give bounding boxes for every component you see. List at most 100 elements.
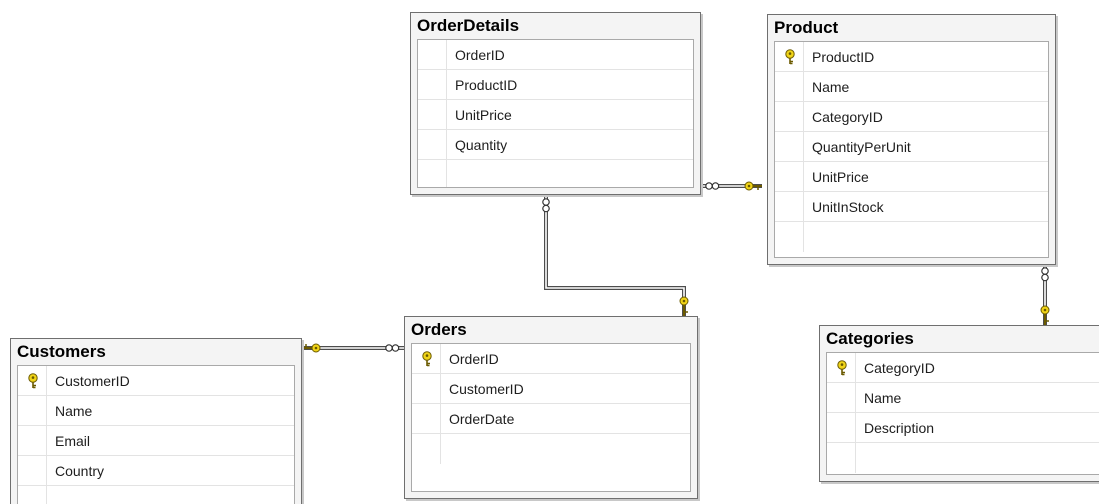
column-name: Name [864, 390, 902, 406]
row-selector[interactable] [18, 486, 47, 504]
column-name: CustomerID [449, 381, 524, 397]
column-row[interactable]: OrderID [412, 344, 690, 374]
row-selector[interactable] [18, 426, 47, 455]
row-selector[interactable] [827, 413, 856, 442]
row-selector[interactable] [827, 443, 856, 473]
diagram-canvas: OrderDetails OrderID ProductID UnitPrice Qu… [0, 0, 1099, 504]
row-selector[interactable] [775, 192, 804, 221]
row-selector[interactable] [775, 72, 804, 101]
column-row[interactable]: Country [18, 456, 294, 486]
column-name: OrderID [449, 351, 499, 367]
column-name: Name [55, 403, 93, 419]
table-customers[interactable]: Customers CustomerID Name Email Country [10, 338, 302, 504]
column-name: UnitPrice [455, 107, 512, 123]
column-row[interactable]: Description [827, 413, 1099, 443]
row-selector[interactable] [418, 100, 447, 129]
new-column-row[interactable] [775, 222, 1048, 252]
row-selector[interactable] [775, 162, 804, 191]
row-selector[interactable] [418, 70, 447, 99]
primary-key-icon [837, 360, 847, 376]
column-grid: CategoryID Name Description [826, 352, 1099, 475]
table-categories[interactable]: Categories CategoryID Name Description [819, 325, 1099, 482]
column-name: UnitPrice [812, 169, 869, 185]
row-selector[interactable] [418, 130, 447, 159]
relationship-orders-customers[interactable] [302, 343, 404, 353]
column-row[interactable]: Quantity [418, 130, 693, 160]
row-selector[interactable] [827, 383, 856, 412]
column-row[interactable]: ProductID [418, 70, 693, 100]
column-row[interactable]: CategoryID [775, 102, 1048, 132]
column-row[interactable]: UnitPrice [418, 100, 693, 130]
infinity-end-icon [1041, 267, 1049, 282]
primary-key-icon [422, 351, 432, 367]
row-selector[interactable] [412, 434, 441, 464]
table-title: Customers [17, 342, 106, 361]
column-row[interactable]: CustomerID [18, 366, 294, 396]
column-row[interactable]: CategoryID [827, 353, 1099, 383]
key-end-icon [744, 181, 762, 191]
primary-key-icon [28, 373, 38, 389]
table-title: OrderDetails [417, 16, 520, 35]
relationship-orderdetails-product[interactable] [700, 181, 762, 191]
row-selector[interactable] [775, 42, 804, 71]
primary-key-icon [785, 49, 795, 65]
column-name: QuantityPerUnit [812, 139, 911, 155]
column-name: Quantity [455, 137, 508, 153]
table-title: Product [774, 18, 839, 37]
column-row[interactable]: Name [18, 396, 294, 426]
key-end-icon [302, 343, 321, 353]
table-title: Categories [826, 329, 914, 348]
column-row[interactable]: ProductID [775, 42, 1048, 72]
row-selector[interactable] [412, 344, 441, 373]
column-name: Email [55, 433, 91, 449]
column-name: UnitInStock [812, 199, 884, 215]
row-selector[interactable] [418, 40, 447, 69]
column-name: OrderDate [449, 411, 515, 427]
new-column-row[interactable] [827, 443, 1099, 473]
table-title: Orders [411, 320, 467, 339]
row-selector[interactable] [775, 102, 804, 131]
row-selector[interactable] [18, 366, 47, 395]
column-name: CategoryID [812, 109, 883, 125]
column-name: CategoryID [864, 360, 935, 376]
column-row[interactable]: Email [18, 426, 294, 456]
column-grid: CustomerID Name Email Country [17, 365, 295, 504]
row-selector[interactable] [412, 374, 441, 403]
column-grid: ProductID Name CategoryID QuantityPerUnit Un… [774, 41, 1049, 258]
column-name: ProductID [455, 77, 518, 93]
row-selector[interactable] [412, 404, 441, 433]
relationship-orderdetails-orders[interactable] [542, 195, 689, 316]
table-orders[interactable]: Orders OrderID CustomerID OrderDate [404, 316, 698, 499]
infinity-end-icon [705, 182, 720, 190]
new-column-row[interactable] [412, 434, 690, 464]
row-selector[interactable] [775, 222, 804, 252]
column-row[interactable]: QuantityPerUnit [775, 132, 1048, 162]
column-name: OrderID [455, 47, 505, 63]
key-end-icon [1040, 305, 1050, 325]
column-name: ProductID [812, 49, 875, 65]
infinity-end-icon [542, 198, 550, 213]
column-name: Name [812, 79, 850, 95]
column-name: CustomerID [55, 373, 130, 389]
table-product[interactable]: Product ProductID Name CategoryID QuantityP… [767, 14, 1056, 265]
column-row[interactable]: OrderDate [412, 404, 690, 434]
row-selector[interactable] [418, 160, 447, 187]
relationship-product-categories[interactable] [1040, 264, 1050, 325]
column-row[interactable]: CustomerID [412, 374, 690, 404]
column-row[interactable]: UnitPrice [775, 162, 1048, 192]
table-orderdetails[interactable]: OrderDetails OrderID ProductID UnitPrice Qu… [410, 12, 701, 195]
row-selector[interactable] [18, 396, 47, 425]
column-row[interactable]: UnitInStock [775, 192, 1048, 222]
new-column-row[interactable] [418, 160, 693, 187]
row-selector[interactable] [827, 353, 856, 382]
infinity-end-icon [385, 344, 400, 352]
column-row[interactable]: Name [775, 72, 1048, 102]
new-column-row[interactable] [18, 486, 294, 504]
column-name: Country [55, 463, 105, 479]
key-end-icon [679, 296, 689, 316]
column-row[interactable]: OrderID [418, 40, 693, 70]
row-selector[interactable] [18, 456, 47, 485]
column-row[interactable]: Name [827, 383, 1099, 413]
row-selector[interactable] [775, 132, 804, 161]
column-name: Description [864, 420, 935, 436]
